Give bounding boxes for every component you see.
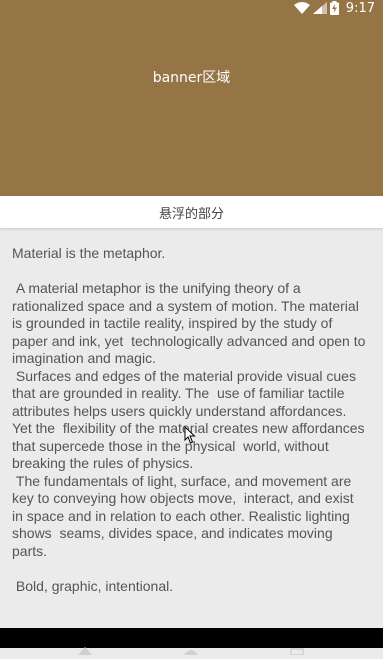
article-paragraph-2: Surfaces and edges of the material provi… — [12, 367, 369, 472]
article-paragraph-1: A material metaphor is the unifying theo… — [12, 280, 370, 366]
mouse-cursor-icon — [184, 425, 196, 448]
battery-charging-icon — [329, 1, 339, 15]
status-time: 9:17 — [345, 0, 375, 16]
floating-bar[interactable]: 悬浮的部分 — [0, 196, 383, 229]
signal-icon — [312, 2, 327, 14]
banner-title: banner区域 — [152, 70, 231, 86]
recent-apps-icon[interactable] — [290, 640, 304, 656]
article-paragraph-3: The fundamentals of light, surface, and … — [12, 472, 358, 559]
status-icons: 9:17 — [293, 0, 375, 16]
wifi-icon — [293, 2, 310, 14]
article-paragraph-4: Bold, graphic, intentional. — [12, 577, 174, 594]
back-icon[interactable] — [78, 640, 92, 655]
article-heading: Material is the metaphor. — [12, 245, 166, 261]
article-content: Material is the metaphor. A material met… — [12, 245, 368, 595]
status-bar: 9:17 — [0, 0, 383, 16]
home-icon[interactable] — [184, 640, 198, 655]
floating-bar-label: 悬浮的部分 — [158, 206, 224, 222]
banner: banner区域 — [0, 0, 383, 196]
navigation-bar — [0, 628, 383, 656]
